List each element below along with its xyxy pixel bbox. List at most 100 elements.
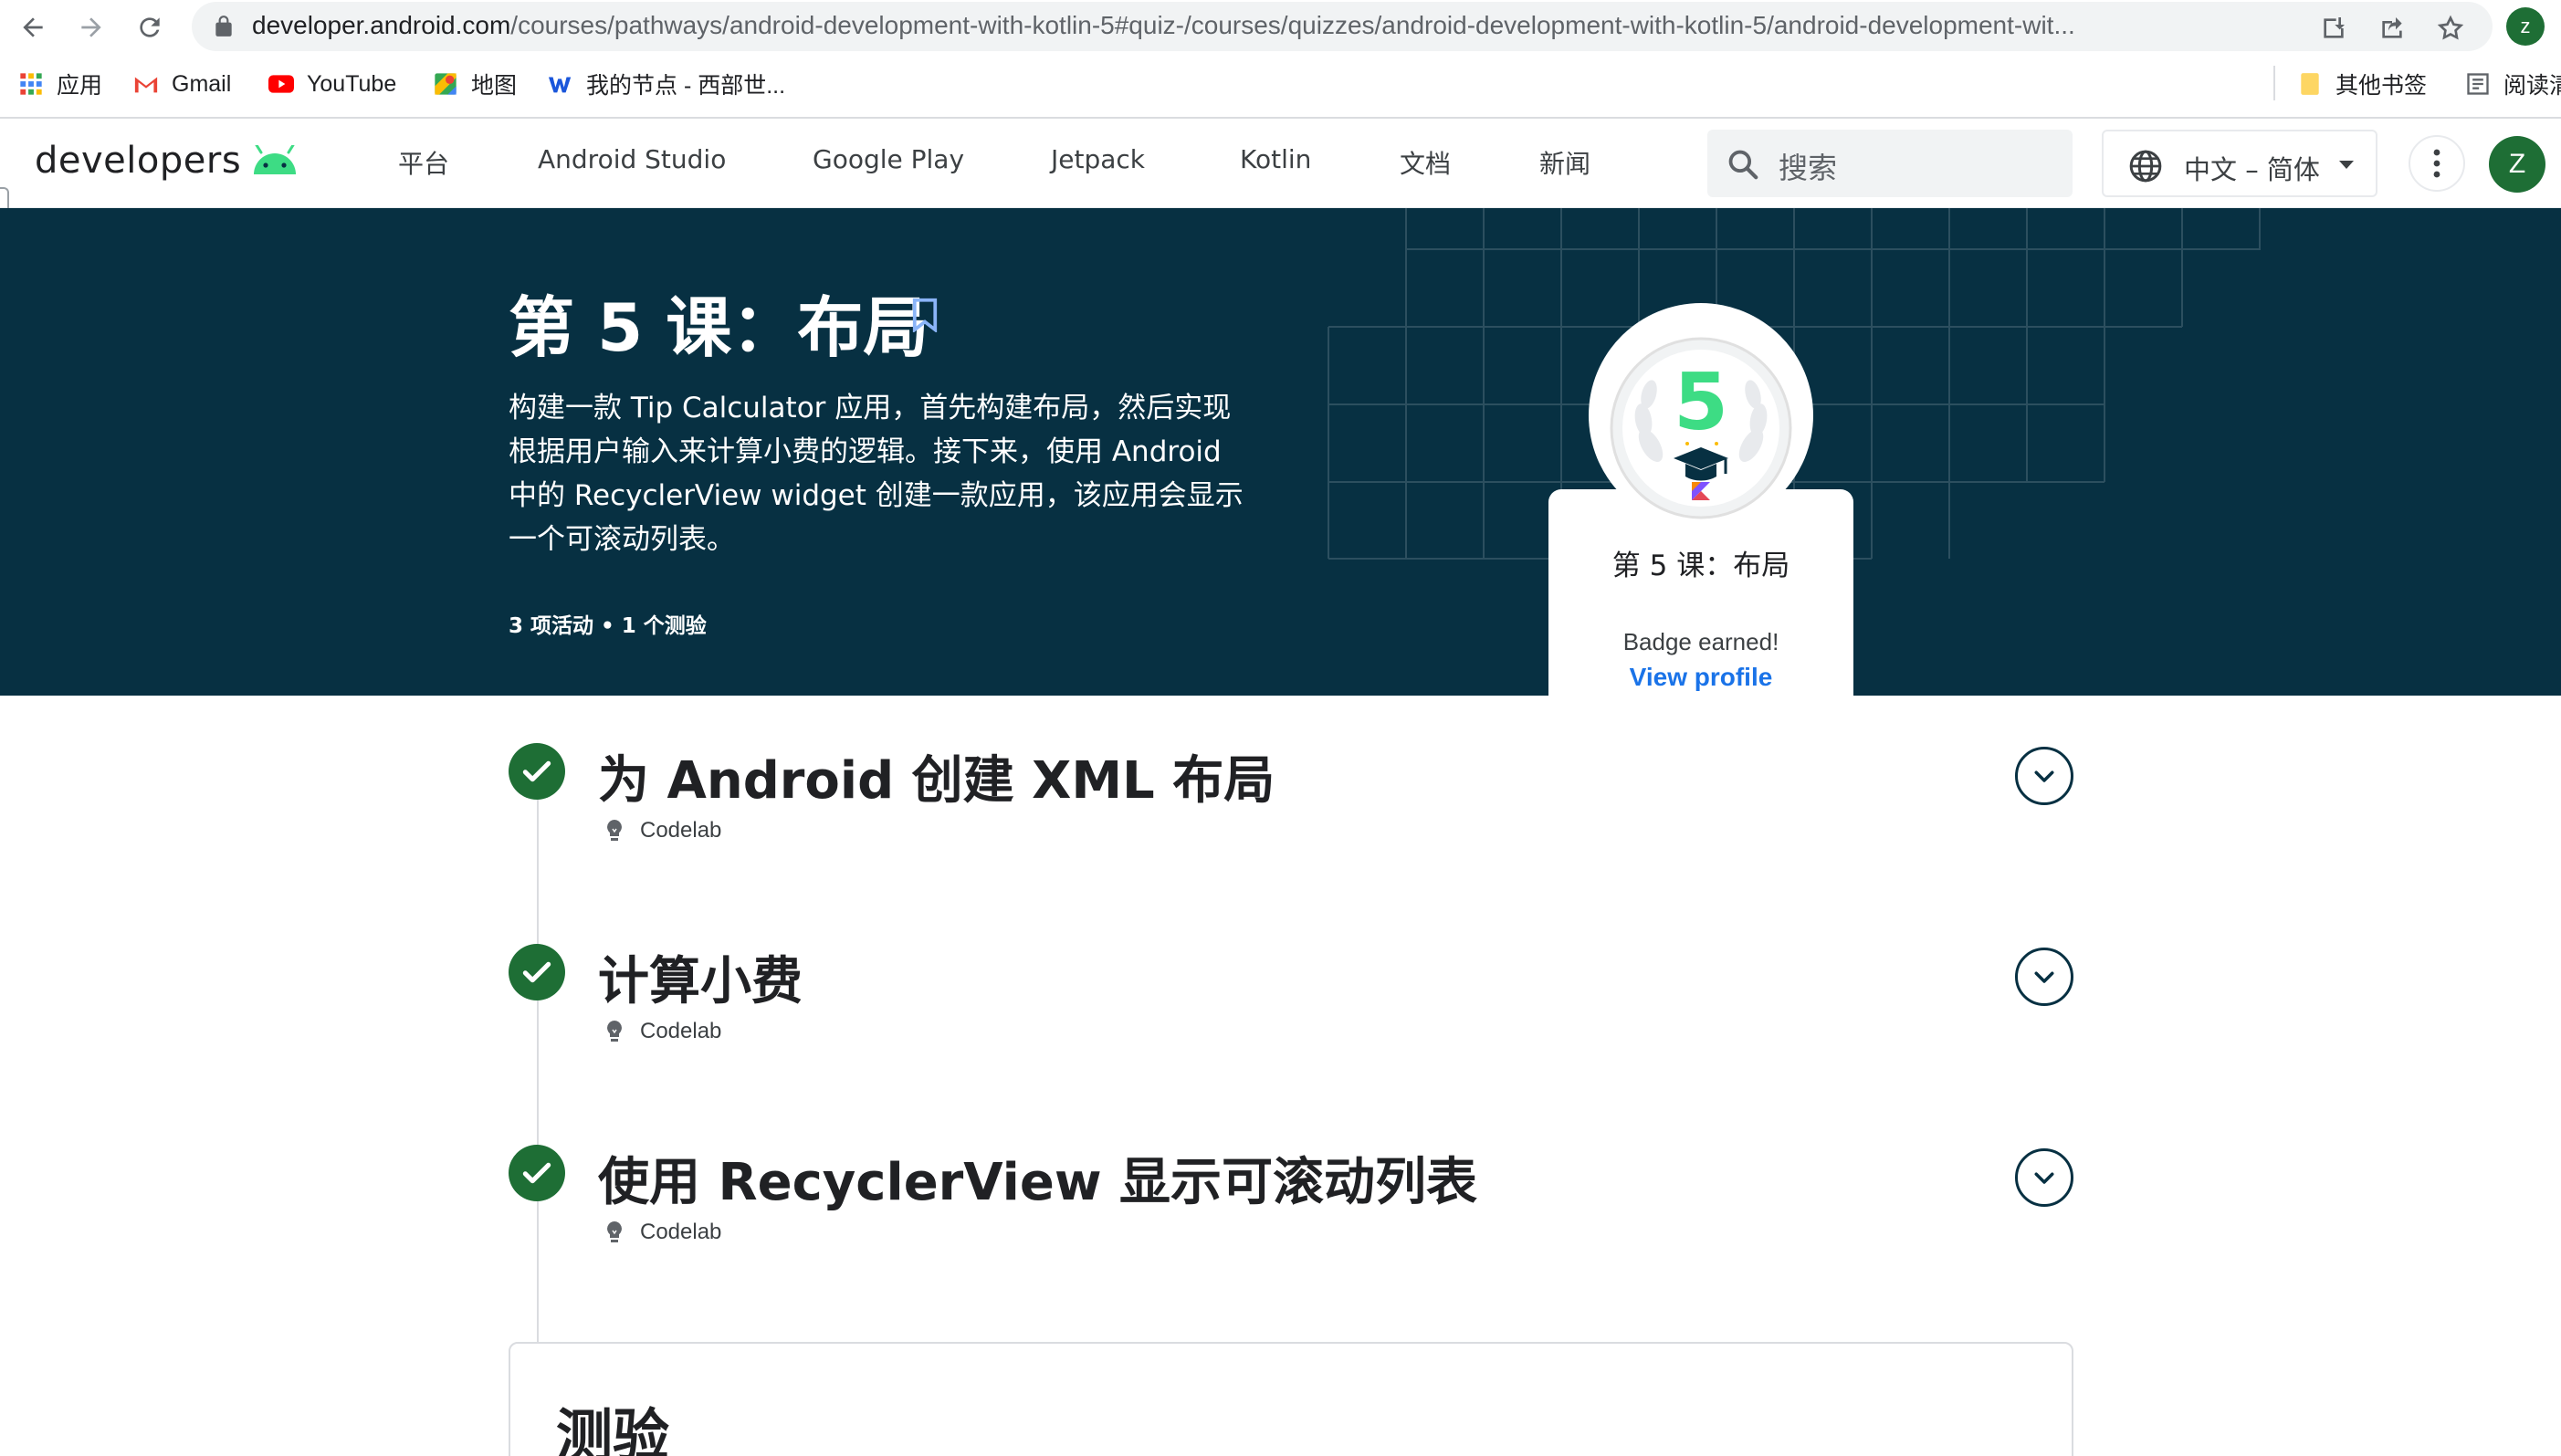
youtube-icon xyxy=(268,71,294,97)
activity-type-label: Codelab xyxy=(640,1019,722,1043)
browser-profile-button[interactable]: z xyxy=(2506,7,2545,46)
user-avatar[interactable]: Z xyxy=(2489,136,2545,193)
activity-title[interactable]: 为 Android 创建 XML 布局 xyxy=(598,739,1275,813)
reload-icon xyxy=(140,17,160,37)
expand-button[interactable] xyxy=(2015,747,2073,805)
reload-button[interactable] xyxy=(130,7,170,47)
chevron-down-icon xyxy=(2034,1172,2054,1184)
apps-grid-icon xyxy=(18,71,44,97)
logo-text: developers xyxy=(35,140,242,182)
more-vert-icon xyxy=(2433,149,2440,178)
browser-profile-initial: z xyxy=(2520,15,2531,37)
activity-item[interactable]: 计算小费 Codelab xyxy=(509,944,2074,1053)
codelab-bulb-icon xyxy=(607,1221,622,1242)
bookmark-other-folder[interactable]: 其他书签 xyxy=(2297,69,2427,99)
course-hero: 第 5 课：布局 构建一款 Tip Calculator 应用，首先构建布局，然… xyxy=(0,208,2561,696)
globe-icon xyxy=(2129,150,2162,183)
browser-toolbar: developer.android.com/courses/pathways/a… xyxy=(0,0,2561,53)
install-app-icon[interactable] xyxy=(2319,14,2348,43)
completed-check-icon xyxy=(509,944,565,1000)
chevron-down-icon xyxy=(2034,770,2054,782)
back-button[interactable] xyxy=(13,7,53,47)
back-arrow-icon xyxy=(23,17,43,37)
url-path: /courses/pathways/android-development-wi… xyxy=(510,11,2075,39)
share-icon[interactable] xyxy=(2377,14,2407,43)
description-line: 构建一款 Tip Calculator 应用，首先构建布局，然后实现 xyxy=(509,392,1232,424)
bookmark-label: 地图 xyxy=(471,73,518,99)
search-icon xyxy=(1728,150,1758,180)
search-placeholder: 搜索 xyxy=(1779,151,1838,185)
page-title: 第 5 课：布局 xyxy=(509,289,929,366)
nav-link-news[interactable]: 新闻 xyxy=(1539,144,1590,181)
badge-medal-icon: 5 xyxy=(1610,337,1792,519)
quiz-title: 测验 xyxy=(556,1402,670,1456)
nav-link-jetpack[interactable]: Jetpack xyxy=(1051,144,1145,174)
language-label: 中文 – 简体 xyxy=(2184,154,2320,185)
nav-link-android-studio[interactable]: Android Studio xyxy=(538,144,726,174)
reading-list-icon xyxy=(2465,71,2491,97)
search-input[interactable]: 搜索 xyxy=(1707,130,2073,197)
maps-icon xyxy=(433,71,458,97)
url-text: developer.android.com/courses/pathways/a… xyxy=(252,11,2480,40)
course-description: 构建一款 Tip Calculator 应用，首先构建布局，然后实现 根据用户输… xyxy=(509,386,1248,561)
activity-type: Codelab xyxy=(604,1218,721,1247)
codelab-bulb-icon xyxy=(607,1021,622,1042)
developers-logo[interactable]: developers xyxy=(35,137,299,184)
activity-type-label: Codelab xyxy=(640,818,722,843)
star-icon[interactable] xyxy=(2436,14,2465,43)
nav-link-google-play[interactable]: Google Play xyxy=(813,144,964,174)
address-bar[interactable]: developer.android.com/courses/pathways/a… xyxy=(192,2,2493,51)
folder-icon xyxy=(2297,71,2323,97)
timeline-line xyxy=(537,796,539,1348)
forward-arrow-icon xyxy=(81,17,101,37)
bookmark-maps[interactable]: 地图 xyxy=(433,69,517,99)
completed-check-icon xyxy=(509,743,565,800)
activity-title[interactable]: 使用 RecyclerView 显示可滚动列表 xyxy=(598,1141,1477,1215)
bookmark-label: 我的节点 - 西部世... xyxy=(586,73,786,99)
url-host: developer.android.com xyxy=(252,11,511,39)
activity-type: Codelab xyxy=(604,816,721,845)
activity-type: Codelab xyxy=(604,1017,721,1046)
bookmarks-bar: 应用 Gmail YouTube 地图 我的节点 - 西部世... 其他书签 阅… xyxy=(0,57,2561,111)
activity-title[interactable]: 计算小费 xyxy=(598,940,803,1014)
caret-down-icon xyxy=(2339,161,2354,169)
bookmark-label: 应用 xyxy=(57,73,103,99)
bookmark-icon[interactable] xyxy=(911,298,939,332)
bookmark-label: YouTube xyxy=(307,70,397,97)
site-header: developers 平台 Android Studio Google Play… xyxy=(0,119,2561,208)
quiz-card[interactable]: 测验 xyxy=(509,1342,2073,1456)
bookmark-gmail[interactable]: Gmail xyxy=(133,69,231,99)
course-meta: 3 项活动 • 1 个测验 xyxy=(509,614,707,638)
view-profile-link[interactable]: View profile xyxy=(1548,663,1853,692)
w-icon xyxy=(548,71,573,97)
lock-icon xyxy=(215,16,232,37)
avatar-initial: Z xyxy=(2508,149,2526,179)
activity-item[interactable]: 使用 RecyclerView 显示可滚动列表 Codelab xyxy=(509,1145,2074,1254)
chevron-down-icon xyxy=(2034,971,2054,983)
bookmark-label: 其他书签 xyxy=(2335,73,2428,99)
description-line: 一个可滚动列表。 xyxy=(509,523,735,556)
bookmark-youtube[interactable]: YouTube xyxy=(268,69,396,99)
nav-link-platform[interactable]: 平台 xyxy=(398,144,449,181)
bookmark-apps[interactable]: 应用 xyxy=(18,69,102,99)
description-line: 中的 RecyclerView widget 创建一款应用，该应用会显示 xyxy=(509,479,1244,512)
expand-button[interactable] xyxy=(2015,1148,2073,1207)
activity-item[interactable]: 为 Android 创建 XML 布局 Codelab xyxy=(509,743,2074,853)
completed-check-icon xyxy=(509,1145,565,1201)
bookmarks-divider xyxy=(2273,66,2275,100)
nav-link-kotlin[interactable]: Kotlin xyxy=(1240,144,1311,174)
badge-earned-text: Badge earned! xyxy=(1622,628,1779,655)
bookmark-node[interactable]: 我的节点 - 西部世... xyxy=(548,69,785,99)
codelab-bulb-icon xyxy=(607,820,622,841)
more-options-button[interactable] xyxy=(2409,135,2465,192)
bookmark-label: 阅读清 xyxy=(2503,73,2561,99)
description-line: 根据用户输入来计算小费的逻辑。接下来，使用 Android xyxy=(509,435,1222,468)
nav-link-docs[interactable]: 文档 xyxy=(1400,144,1451,181)
gmail-icon xyxy=(133,71,159,97)
expand-button[interactable] xyxy=(2015,948,2073,1006)
reading-list-button[interactable]: 阅读清 xyxy=(2465,69,2561,99)
language-selector[interactable]: 中文 – 简体 xyxy=(2102,130,2377,197)
activity-type-label: Codelab xyxy=(640,1220,722,1244)
forward-button[interactable] xyxy=(71,7,111,47)
bookmark-label: Gmail xyxy=(172,70,232,97)
